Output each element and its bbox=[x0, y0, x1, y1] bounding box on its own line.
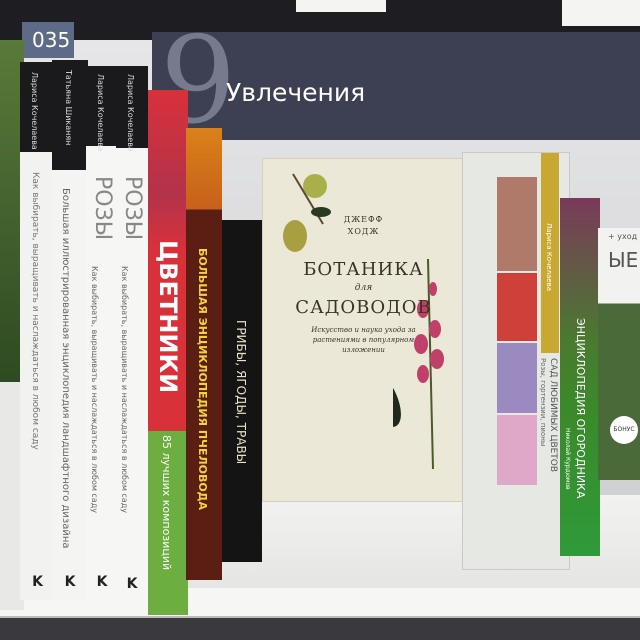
book-subtitle: Искусство и наука ухода за растениями в … bbox=[311, 326, 416, 354]
book-spine-vegetable-garden[interactable]: Николай Курдюмов ЭНЦИКЛОПЕДИЯ ОГОРОДНИКА bbox=[560, 198, 600, 556]
book-author: ДЖЕФФ bbox=[343, 215, 384, 224]
book-spine-roses-2[interactable]: Лариса Кочелаева РОЗЫ Как выбирать, выра… bbox=[86, 66, 118, 600]
spine-subtitle: Как выбирать, выращивать и наслаждаться … bbox=[90, 266, 99, 513]
spine-title: БОЛЬШАЯ ЭНЦИКЛОПЕДИЯ ПЧЕЛОВОДА bbox=[196, 248, 209, 510]
spine-author: Лариса Кочелаева bbox=[545, 223, 553, 292]
spine-author: Татьяна Шиканян bbox=[64, 70, 73, 146]
ceiling-light bbox=[562, 0, 640, 26]
photo-author bbox=[497, 177, 537, 271]
book-title: ЫЕ bbox=[608, 248, 639, 272]
spine-title: ЦВЕТНИКИ bbox=[154, 240, 182, 394]
publisher-logo: K bbox=[96, 574, 108, 590]
spine-subtitle: Розы, гортензии, пионы bbox=[539, 358, 547, 447]
spine-title: РОЗЫ bbox=[120, 176, 145, 241]
book-spine-landscape[interactable]: Татьяна Шиканян Большая иллюстрированная… bbox=[52, 60, 88, 600]
spine-author: Лариса Кочелаева bbox=[30, 72, 39, 150]
spine-title: ГРИБЫ, ЯГОДЫ, ТРАВЫ bbox=[234, 320, 248, 465]
spine-subtitle: 85 лучших композиций bbox=[160, 435, 173, 571]
sign-label: Увлечения bbox=[226, 78, 366, 107]
pear-illustration bbox=[283, 173, 331, 252]
spine-author: Лариса Кочелаева bbox=[126, 74, 135, 152]
spine-title: ЭНЦИКЛОПЕДИЯ ОГОРОДНИКА bbox=[574, 318, 587, 499]
book-title-connector: для bbox=[354, 283, 373, 293]
spine-subtitle: Как выбирать, выращивать и наслаждаться … bbox=[120, 266, 129, 513]
spine-title: РОЗЫ bbox=[90, 176, 115, 241]
publisher-logo: K bbox=[64, 574, 76, 590]
bonus-badge: БОНУС bbox=[610, 416, 638, 444]
spine-author: Лариса Кочелаева bbox=[96, 74, 105, 152]
book-title: БОТАНИКА bbox=[303, 259, 424, 280]
book-spine-flowerbeds[interactable]: ЦВЕТНИКИ 85 лучших композиций bbox=[148, 90, 188, 615]
spine-title: САД ЛЮБИМЫХ ЦВЕТОВ bbox=[548, 358, 558, 473]
spine-title: Большая иллюстрированная энциклопедия ла… bbox=[60, 188, 71, 549]
photo-roses bbox=[497, 273, 537, 341]
ceiling-light bbox=[296, 0, 386, 12]
book-cover-botany[interactable]: ДЖЕФФ ХОДЖ БОТАНИКА для САДОВОДОВ Искусс… bbox=[262, 158, 465, 502]
book-spine-mushrooms[interactable]: ГРИБЫ, ЯГОДЫ, ТРАВЫ bbox=[222, 220, 262, 562]
spine-author: Николай Курдюмов bbox=[564, 428, 571, 490]
shelf-underside bbox=[0, 618, 640, 640]
category-sign: 9 Увлечения bbox=[152, 12, 640, 151]
photo-hydrangea bbox=[497, 343, 537, 413]
photo-peony bbox=[497, 415, 537, 485]
book-back-garden[interactable]: + уход ЫЕ БОНУС bbox=[598, 228, 640, 480]
publisher-logo: K bbox=[126, 576, 138, 592]
book-title: САДОВОДОВ bbox=[295, 297, 432, 318]
book-spine-roses-1[interactable]: Лариса Кочелаева Как выбирать, выращиват… bbox=[20, 62, 55, 600]
price-tag: 035 bbox=[22, 22, 74, 58]
book-author: ХОДЖ bbox=[347, 227, 380, 236]
spine-subtitle: Как выбирать, выращивать и наслаждаться … bbox=[30, 172, 40, 450]
publisher-logo: K bbox=[32, 574, 43, 590]
book-top-text: + уход bbox=[608, 232, 638, 241]
book-spine-beekeeper[interactable]: БОЛЬШАЯ ЭНЦИКЛОПЕДИЯ ПЧЕЛОВОДА bbox=[186, 128, 222, 580]
book-spine-roses-3[interactable]: Лариса Кочелаева РОЗЫ Как выбирать, выра… bbox=[116, 66, 148, 602]
book-open-garden-flowers[interactable]: Лариса Кочелаева САД ЛЮБИМЫХ ЦВЕТОВ Розы… bbox=[462, 152, 570, 570]
